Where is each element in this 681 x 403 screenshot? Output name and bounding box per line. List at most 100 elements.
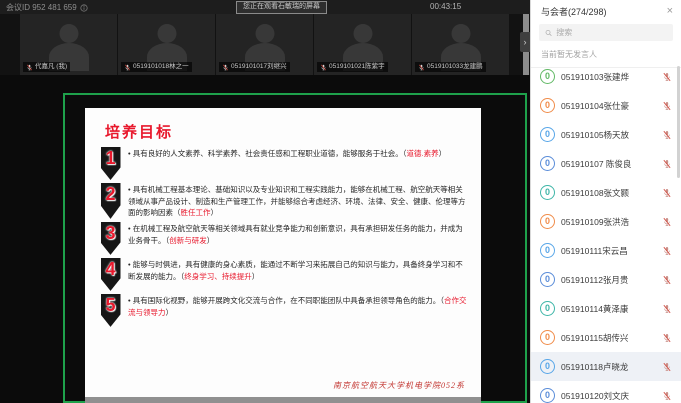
bullet-marker: • bbox=[128, 185, 131, 194]
participant-name: 051910104张仕豪 bbox=[561, 100, 656, 112]
meeting-info-icon[interactable] bbox=[80, 4, 88, 12]
meeting-app-window: 会议ID 952 481 659 您正在观看石敏瑞的屏幕 00:43:15 bbox=[0, 0, 681, 403]
slide-bullet: 5 • 具有国际化视野，能够开展跨文化交流与合作，在不同职能团队中具备承担领导角… bbox=[97, 294, 469, 327]
bullet-body-text: 具有良好的人文素养、科学素养、社会责任感和工程职业道德，能够服务于社会。（ bbox=[133, 149, 407, 158]
participant-avatar: 0 bbox=[540, 69, 555, 84]
shared-screen-stage: 培养目标 1 • 具有良好的人文素养、科学素养、社会责任感和工程职业道德，能够服… bbox=[0, 75, 530, 403]
participant-name-overlay: 0519101017刘继兴 bbox=[219, 62, 290, 72]
arrow-column: 1 bbox=[97, 147, 124, 180]
participant-avatar: 0 bbox=[540, 214, 555, 229]
arrow-column: 2 bbox=[97, 183, 124, 219]
bullet-keyword: 胜任工作 bbox=[181, 208, 211, 217]
video-thumbnail[interactable]: 0519101018林之一 bbox=[118, 14, 215, 75]
sidebar-header: 与会者(274/298) × bbox=[531, 0, 681, 23]
participant-row[interactable]: 0 051910115胡传兴 bbox=[531, 323, 681, 352]
participant-name: 051910115胡传兴 bbox=[561, 332, 656, 344]
muted-mic-icon[interactable] bbox=[662, 304, 672, 314]
numbered-arrow-shape: 5 bbox=[101, 294, 121, 327]
bullet-tail: ） bbox=[252, 272, 260, 281]
muted-mic-icon bbox=[320, 64, 327, 71]
muted-mic-icon[interactable] bbox=[662, 275, 672, 285]
bullet-keyword: 道德.素养 bbox=[406, 149, 438, 158]
participant-row[interactable]: 0 051910108张文颢 bbox=[531, 178, 681, 207]
participant-name-overlay: 0519101033龙建鹏 bbox=[415, 62, 486, 72]
participant-row[interactable]: 0 051910105杨天放 bbox=[531, 120, 681, 149]
participant-name-overlay: 0519101018林之一 bbox=[121, 62, 192, 72]
slide-bullet: 2 • 具有机械工程基本理论、基础知识以及专业知识和工程实践能力，能够在机械工程… bbox=[97, 183, 469, 219]
close-icon[interactable]: × bbox=[667, 6, 673, 17]
participant-row[interactable]: 0 051910120刘文庆 bbox=[531, 381, 681, 403]
participant-name-label: 代嘉凡 (我) bbox=[35, 62, 67, 72]
muted-mic-icon[interactable] bbox=[662, 333, 672, 343]
presentation-slide: 培养目标 1 • 具有良好的人文素养、科学素养、社会责任感和工程职业道德，能够服… bbox=[85, 108, 481, 403]
muted-mic-icon[interactable] bbox=[662, 72, 672, 82]
participant-row[interactable]: 0 051910118卢晓龙 bbox=[531, 352, 681, 381]
participant-avatar: 0 bbox=[540, 388, 555, 403]
participant-avatar: 0 bbox=[540, 243, 555, 258]
participant-row[interactable]: 0 051910111宋云昌 bbox=[531, 236, 681, 265]
avatar-silhouette-head bbox=[59, 24, 78, 43]
muted-mic-icon[interactable] bbox=[662, 188, 672, 198]
viewing-screen-banner[interactable]: 您正在观看石敏瑞的屏幕 bbox=[236, 1, 327, 14]
bullet-tail: ） bbox=[211, 208, 219, 217]
participant-row[interactable]: 0 051910109张洪浩 bbox=[531, 207, 681, 236]
video-thumbnail-strip: 代嘉凡 (我) 0519101018林之一 bbox=[0, 14, 530, 75]
meeting-id: 会议ID 952 481 659 bbox=[6, 2, 88, 13]
numbered-arrow-shape: 2 bbox=[101, 183, 121, 219]
slide-bullet: 4 • 能够与时俱进，具有健康的身心素质，能通过不断学习来拓展自己的知识与能力，… bbox=[97, 258, 469, 291]
muted-mic-icon[interactable] bbox=[662, 159, 672, 169]
numbered-arrow-shape: 3 bbox=[101, 222, 121, 255]
participants-sidebar: 与会者(274/298) × 当前暂无发言人 0 051910103张建烨 bbox=[530, 0, 681, 403]
slide-bullet-list: 1 • 具有良好的人文素养、科学素养、社会责任感和工程职业道德，能够服务于社会。… bbox=[97, 147, 469, 327]
video-thumbnail[interactable]: 代嘉凡 (我) bbox=[20, 14, 117, 75]
numbered-arrow-shape: 4 bbox=[101, 258, 121, 291]
arrow-column: 3 bbox=[97, 222, 124, 255]
sidebar-collapse-handle[interactable]: › bbox=[520, 32, 530, 52]
bullet-tail: ） bbox=[207, 236, 215, 245]
muted-mic-icon bbox=[222, 64, 229, 71]
participant-row[interactable]: 0 051910107 陈俊良 bbox=[531, 149, 681, 178]
video-thumbnail[interactable]: 0519101021陈紫宇 bbox=[314, 14, 411, 75]
participant-name: 051910108张文颢 bbox=[561, 187, 656, 199]
muted-mic-icon bbox=[124, 64, 131, 71]
video-thumbnail[interactable]: 0519101017刘继兴 bbox=[216, 14, 313, 75]
participant-name: 051910118卢晓龙 bbox=[561, 361, 656, 373]
avatar-silhouette-head bbox=[157, 24, 176, 43]
meeting-timer: 00:43:15 bbox=[430, 2, 461, 11]
bullet-tail: ） bbox=[166, 308, 174, 317]
muted-mic-icon[interactable] bbox=[662, 246, 672, 256]
muted-mic-icon[interactable] bbox=[662, 217, 672, 227]
participant-name-overlay: 0519101021陈紫宇 bbox=[317, 62, 388, 72]
slide-title: 培养目标 bbox=[105, 121, 481, 142]
search-box[interactable] bbox=[539, 24, 673, 41]
participant-row[interactable]: 0 051910114黄泽康 bbox=[531, 294, 681, 323]
participant-avatar: 0 bbox=[540, 156, 555, 171]
bullet-text: • 具有良好的人文素养、科学素养、社会责任感和工程职业道德，能够服务于社会。（道… bbox=[124, 147, 469, 180]
slide-bottom-strip bbox=[85, 397, 481, 403]
muted-mic-icon[interactable] bbox=[662, 391, 672, 401]
participant-avatar: 0 bbox=[540, 185, 555, 200]
participant-row[interactable]: 0 051910103张建烨 bbox=[531, 62, 681, 91]
participant-name: 051910109张洪浩 bbox=[561, 216, 656, 228]
participants-title: 与会者(274/298) bbox=[541, 5, 667, 18]
muted-mic-icon[interactable] bbox=[662, 130, 672, 140]
muted-mic-icon[interactable] bbox=[662, 362, 672, 372]
participant-name: 051910105杨天放 bbox=[561, 129, 656, 141]
slide-bullet: 3 • 在机械工程及航空航天等相关领域具有就业竞争能力和创新意识，具有承担研发任… bbox=[97, 222, 469, 255]
muted-mic-icon[interactable] bbox=[662, 101, 672, 111]
top-bar: 会议ID 952 481 659 您正在观看石敏瑞的屏幕 00:43:15 bbox=[0, 0, 530, 14]
bullet-text: • 具有机械工程基本理论、基础知识以及专业知识和工程实践能力，能够在机械工程、航… bbox=[124, 183, 469, 219]
participant-name-label: 0519101017刘继兴 bbox=[231, 62, 287, 72]
participant-row[interactable]: 0 051910104张仕豪 bbox=[531, 91, 681, 120]
search-input[interactable] bbox=[556, 28, 667, 37]
bullet-text: • 在机械工程及航空航天等相关领域具有就业竞争能力和创新意识，具有承担研发任务的… bbox=[124, 222, 469, 255]
participant-name-overlay: 代嘉凡 (我) bbox=[23, 62, 70, 72]
arrow-column: 5 bbox=[97, 294, 124, 327]
bullet-marker: • bbox=[128, 296, 131, 305]
bullet-text: • 具有国际化视野，能够开展跨文化交流与合作，在不同职能团队中具备承担领导角色的… bbox=[124, 294, 469, 327]
video-thumbnail[interactable]: 0519101033龙建鹏 bbox=[412, 14, 509, 75]
participant-row[interactable]: 0 051910112张月贵 bbox=[531, 265, 681, 294]
sidebar-scrollbar[interactable] bbox=[677, 66, 680, 178]
numbered-arrow-shape: 1 bbox=[101, 147, 121, 180]
participant-avatar: 0 bbox=[540, 359, 555, 374]
